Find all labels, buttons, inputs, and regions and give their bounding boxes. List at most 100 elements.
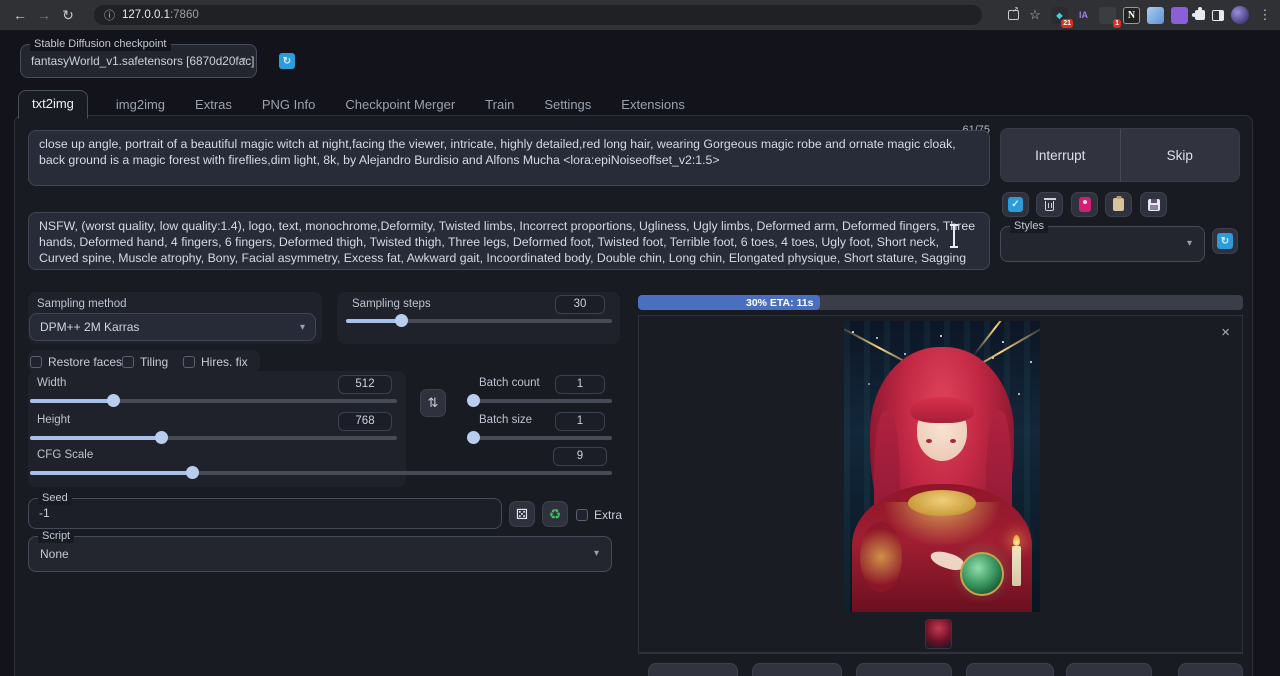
tab-extensions[interactable]: Extensions [619, 92, 687, 119]
height-input[interactable]: 768 [338, 412, 392, 431]
script-label: Script [38, 529, 74, 543]
progress-text: 30% ETA: 11s [746, 297, 814, 309]
bottom-action-button[interactable] [966, 663, 1054, 676]
styles-refresh-button[interactable]: ↻ [1212, 228, 1238, 254]
extension-pin-icon[interactable]: ◆21 [1051, 7, 1068, 24]
tab-settings[interactable]: Settings [542, 92, 593, 119]
extensions-puzzle-icon[interactable] [1195, 10, 1205, 20]
share-icon[interactable] [1008, 10, 1019, 20]
browser-menu-icon[interactable]: ⋮ [1256, 7, 1274, 23]
tab-img2img[interactable]: img2img [114, 92, 167, 119]
back-icon[interactable]: ← [8, 7, 32, 23]
extra-networks-button[interactable] [1071, 192, 1098, 217]
tab-png-info[interactable]: PNG Info [260, 92, 317, 119]
bottom-action-button[interactable] [1178, 663, 1243, 676]
extension-badge: 1 [1113, 19, 1121, 28]
slider-handle[interactable] [467, 431, 480, 444]
width-input[interactable]: 512 [338, 375, 392, 394]
extension-blue-icon[interactable] [1147, 7, 1164, 24]
tiling-label: Tiling [140, 355, 168, 369]
save-style-button[interactable] [1140, 192, 1167, 217]
bottom-action-button[interactable] [856, 663, 952, 676]
negative-prompt-input[interactable]: NSFW, (worst quality, low quality:1.4), … [28, 212, 990, 270]
interrupt-button[interactable]: Interrupt [1001, 129, 1120, 181]
address-bar[interactable]: ⓘ 127.0.0.1:7860 [94, 5, 982, 25]
checkpoint-value: fantasyWorld_v1.safetensors [6870d20fac] [31, 54, 254, 68]
extension-purple-icon[interactable] [1171, 7, 1188, 24]
floppy-disk-icon [1148, 199, 1160, 211]
seed-label: Seed [38, 491, 72, 505]
skip-button[interactable]: Skip [1120, 129, 1240, 181]
bookmark-star-icon[interactable]: ☆ [1026, 7, 1044, 23]
tiling-option[interactable]: Tiling [122, 355, 168, 369]
seed-extra-checkbox[interactable] [576, 509, 588, 521]
apply-styles-button[interactable] [1105, 192, 1132, 217]
profile-avatar[interactable] [1231, 6, 1249, 24]
bottom-action-button[interactable] [1066, 663, 1152, 676]
prompt-input[interactable]: close up angle, portrait of a beautiful … [28, 130, 990, 186]
checkpoint-refresh-button[interactable]: ↻ [279, 53, 295, 69]
close-icon[interactable]: × [1221, 324, 1230, 341]
swap-dimensions-button[interactable]: ⇅ [420, 389, 446, 417]
width-slider[interactable] [30, 399, 397, 403]
reload-icon[interactable]: ↻ [56, 7, 80, 24]
slider-handle[interactable] [186, 466, 199, 479]
tiling-checkbox[interactable] [122, 356, 134, 368]
clear-prompt-button[interactable] [1036, 192, 1063, 217]
sampling-steps-input[interactable]: 30 [555, 295, 605, 314]
url-port: :7860 [170, 9, 199, 21]
styles-label: Styles [1010, 219, 1048, 233]
divider [638, 653, 1243, 654]
hires-fix-option[interactable]: Hires. fix [183, 355, 248, 369]
bottom-action-button[interactable] [752, 663, 842, 676]
sampling-method-dropdown[interactable]: DPM++ 2M Karras ▾ [29, 313, 316, 341]
seed-field[interactable]: Seed -1 [28, 498, 502, 529]
hires-fix-checkbox[interactable] [183, 356, 195, 368]
random-seed-button[interactable]: ⚄ [509, 501, 535, 527]
styles-dropdown[interactable]: Styles ▾ [1000, 226, 1205, 262]
slider-handle[interactable] [395, 314, 408, 327]
height-label: Height [37, 414, 70, 426]
tab-extras[interactable]: Extras [193, 92, 234, 119]
height-slider[interactable] [30, 436, 397, 440]
reuse-seed-button[interactable]: ♻ [542, 501, 568, 527]
extension-ia-icon[interactable]: IA [1075, 7, 1092, 24]
url-host: 127.0.0.1 [122, 9, 170, 21]
batch-count-input[interactable]: 1 [555, 375, 605, 394]
sampling-method-block: Sampling method DPM++ 2M Karras ▾ [28, 292, 322, 344]
sampling-method-label: Sampling method [37, 298, 127, 310]
slider-handle[interactable] [155, 431, 168, 444]
restore-faces-option[interactable]: Restore faces [30, 355, 122, 369]
tab-checkpoint-merger[interactable]: Checkpoint Merger [343, 92, 457, 119]
site-info-icon[interactable]: ⓘ [104, 7, 115, 23]
script-dropdown[interactable]: Script None ▾ [28, 536, 612, 572]
batch-size-input[interactable]: 1 [555, 412, 605, 431]
extension-mail-icon[interactable]: 1 [1099, 7, 1116, 24]
batch-count-slider[interactable] [468, 399, 612, 403]
seed-extra-option[interactable]: Extra [576, 508, 622, 522]
slider-handle[interactable] [107, 394, 120, 407]
chevron-down-icon: ▾ [300, 322, 305, 333]
sampling-steps-slider[interactable] [346, 319, 612, 323]
paste-generation-params-button[interactable]: ✓ [1002, 192, 1029, 217]
tab-txt2img[interactable]: txt2img [18, 90, 88, 119]
cfg-scale-input[interactable]: 9 [553, 447, 607, 466]
seed-extra-label: Extra [594, 508, 622, 522]
bottom-action-button[interactable] [648, 663, 738, 676]
slider-handle[interactable] [467, 394, 480, 407]
restore-faces-label: Restore faces [48, 355, 122, 369]
extension-notion-icon[interactable]: N [1123, 7, 1140, 24]
refresh-icon: ↻ [1217, 233, 1233, 249]
generated-image[interactable] [844, 321, 1040, 612]
batch-size-slider[interactable] [468, 436, 612, 440]
forward-icon[interactable]: → [32, 7, 56, 23]
restore-faces-checkbox[interactable] [30, 356, 42, 368]
card-icon [1079, 197, 1091, 212]
tab-train[interactable]: Train [483, 92, 516, 119]
sidebar-toggle-icon[interactable] [1212, 10, 1224, 21]
progress-bar: 30% ETA: 11s [638, 295, 1243, 310]
seed-value: -1 [39, 506, 50, 520]
cfg-scale-slider[interactable] [30, 471, 612, 475]
checkpoint-dropdown[interactable]: Stable Diffusion checkpoint fantasyWorld… [20, 44, 257, 78]
gallery-thumbnail[interactable] [926, 620, 951, 648]
